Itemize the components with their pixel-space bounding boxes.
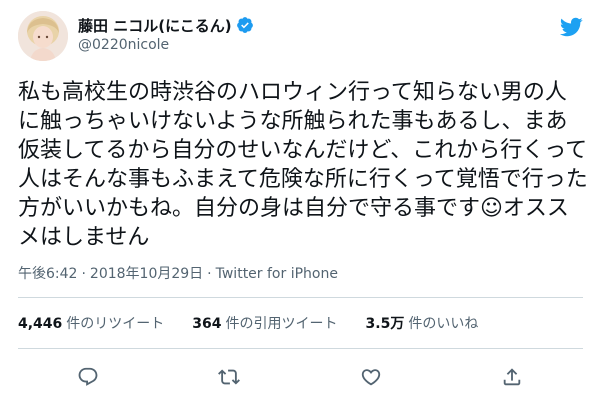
- display-name-row: 藤田 ニコル(にこるん): [78, 14, 254, 36]
- tweet-stats: 4,446 件のリツイート 364 件の引用ツイート 3.5万 件のいいね: [18, 313, 506, 333]
- divider: [18, 348, 583, 349]
- tweet-source[interactable]: Twitter for iPhone: [216, 266, 338, 282]
- tweet-meta: 午後6:42 · 2018年10月29日 · Twitter for iPhone: [18, 263, 338, 283]
- avatar[interactable]: [18, 11, 68, 61]
- meta-separator: ·: [207, 266, 212, 282]
- meta-separator: ·: [81, 266, 86, 282]
- divider: [18, 297, 583, 298]
- retweet-button[interactable]: [216, 364, 242, 390]
- twitter-bird-icon[interactable]: [559, 15, 583, 39]
- quotes-count: 364: [192, 316, 222, 332]
- tweet-text: 私も高校生の時渋谷のハロウィン行って知らない男の人に触っちゃいけないような所触ら…: [18, 80, 588, 250]
- retweets-label: 件のリツイート: [66, 316, 165, 332]
- user-block: 藤田 ニコル(にこるん) @0220nicole: [78, 14, 254, 53]
- reply-button[interactable]: [75, 364, 101, 390]
- share-button[interactable]: [499, 364, 525, 390]
- tweet-actions: [75, 364, 525, 390]
- share-icon: [503, 368, 521, 386]
- verified-badge-icon: [236, 16, 254, 34]
- retweet-icon: [218, 369, 241, 385]
- tweet-card: 藤田 ニコル(にこるん) @0220nicole 私も高校生の時渋谷のハロウィン…: [0, 0, 601, 402]
- likes-stat[interactable]: 3.5万 件のいいね: [366, 313, 479, 333]
- tweet-time[interactable]: 午後6:42: [18, 266, 77, 282]
- reply-icon: [78, 367, 98, 386]
- retweets-stat[interactable]: 4,446 件のリツイート: [18, 313, 164, 333]
- likes-count: 3.5万: [365, 316, 405, 332]
- user-handle[interactable]: @0220nicole: [78, 37, 254, 53]
- quotes-label: 件の引用ツイート: [225, 316, 338, 332]
- display-name[interactable]: 藤田 ニコル(にこるん): [78, 15, 232, 36]
- retweets-count: 4,446: [18, 316, 63, 332]
- like-icon: [361, 369, 380, 386]
- quotes-stat[interactable]: 364 件の引用ツイート: [192, 313, 337, 333]
- likes-label: 件のいいね: [408, 316, 479, 332]
- like-button[interactable]: [358, 364, 384, 390]
- tweet-date[interactable]: 2018年10月29日: [90, 266, 203, 282]
- tweet-header: 藤田 ニコル(にこるん) @0220nicole: [18, 11, 583, 61]
